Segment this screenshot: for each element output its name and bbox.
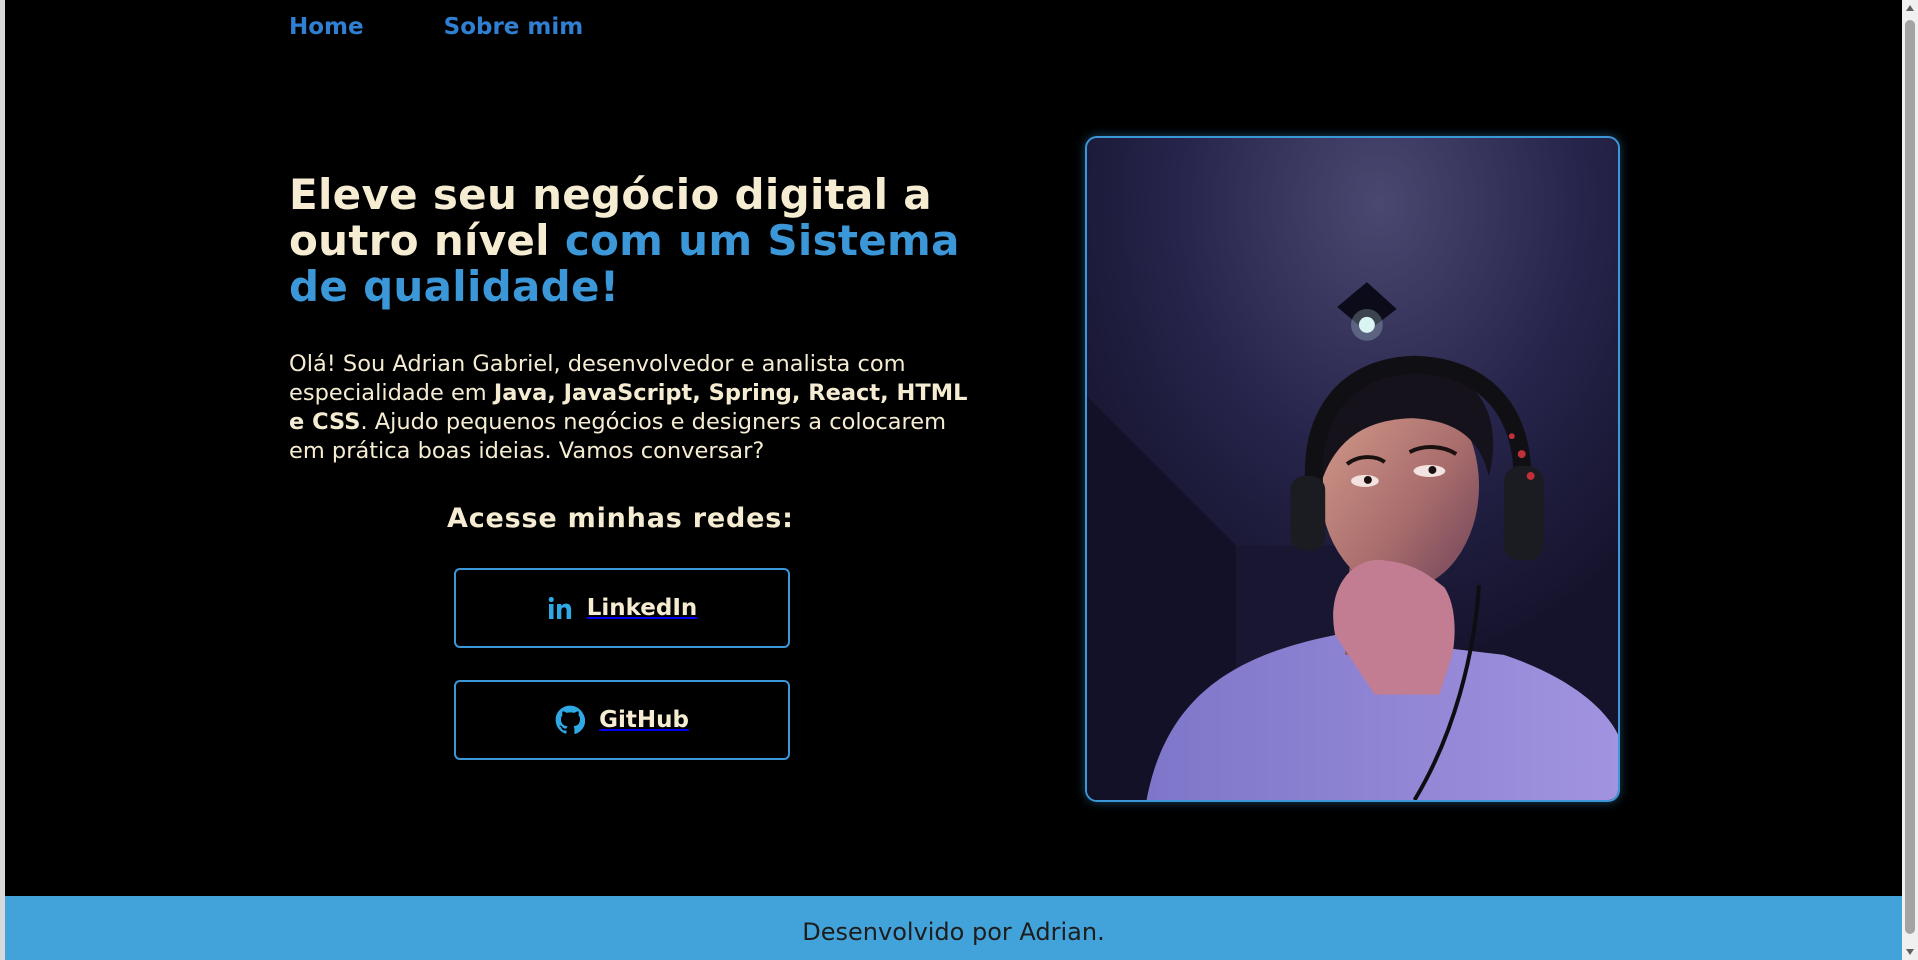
nav-link-home[interactable]: Home	[289, 10, 364, 46]
linkedin-button[interactable]: LinkedIn	[454, 568, 790, 648]
window-frame-left	[0, 0, 5, 960]
linkedin-icon	[547, 595, 573, 621]
scroll-down-arrow-icon[interactable]	[1902, 944, 1918, 960]
scrollbar-thumb[interactable]	[1905, 20, 1915, 934]
social-section-title: Acesse minhas redes:	[447, 503, 794, 534]
page-footer: Desenvolvido por Adrian.	[5, 896, 1902, 960]
vertical-scrollbar[interactable]	[1902, 0, 1918, 960]
portrait-illustration	[1087, 138, 1618, 800]
nav-link-about[interactable]: Sobre mim	[444, 10, 584, 46]
scroll-up-arrow-icon[interactable]	[1902, 0, 1918, 16]
top-navigation: Home Sobre mim	[289, 10, 583, 46]
github-button[interactable]: GitHub	[454, 680, 790, 760]
profile-photo	[1085, 136, 1620, 802]
github-icon	[555, 705, 586, 735]
footer-text: Desenvolvido por Adrian.	[802, 918, 1105, 946]
linkedin-label: LinkedIn	[586, 595, 698, 621]
intro-paragraph: Olá! Sou Adrian Gabriel, desenvolvedor e…	[289, 350, 969, 466]
intro-text-end: . Ajudo pequenos negócios e designers a …	[289, 409, 947, 464]
github-label: GitHub	[599, 707, 689, 733]
hero-title: Eleve seu negócio digital a outro nível …	[289, 172, 969, 310]
